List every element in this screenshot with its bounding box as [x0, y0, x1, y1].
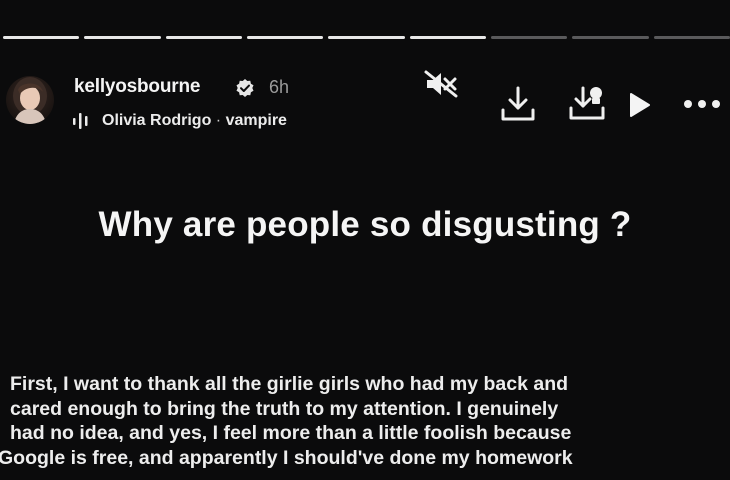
music-separator: ·	[215, 112, 222, 129]
progress-segment-8	[572, 36, 649, 39]
avatar[interactable]	[6, 76, 54, 124]
post-body: First, I want to thank all the girlie gi…	[0, 372, 730, 470]
progress-segment-6	[409, 36, 486, 39]
speaker-muted-icon[interactable]	[423, 69, 459, 99]
progress-segment-5	[328, 36, 405, 39]
music-attribution[interactable]: Olivia Rodrigo · vampire	[102, 112, 287, 130]
progress-segment-7	[490, 36, 568, 39]
post-headline: Why are people so disgusting ?	[98, 205, 632, 244]
audio-bars-icon	[73, 113, 88, 129]
more-dots-icon[interactable]	[680, 92, 724, 116]
post-body-line: had no idea, and yes, I feel more than a…	[10, 422, 572, 444]
progress-segment-1	[3, 36, 80, 39]
music-artist: Olivia Rodrigo	[102, 112, 212, 129]
story-header: kellyosbourne 6h Olivia Rodrigo · vampir…	[0, 62, 730, 142]
save-to-device-icon[interactable]	[567, 82, 609, 124]
post-time: 6h	[269, 77, 290, 97]
progress-segment-4	[246, 36, 324, 39]
post-body-line: cared enough to bring the truth to my at…	[10, 397, 559, 420]
post-body-line: First, I want to thank all the girlie gi…	[10, 373, 569, 395]
progress-segment-9	[653, 36, 730, 39]
progress-segment-2	[84, 36, 161, 39]
music-song: vampire	[225, 112, 287, 129]
story-progress-bar	[3, 36, 730, 40]
play-icon[interactable]	[624, 90, 654, 120]
verified-badge-icon	[236, 79, 254, 97]
username[interactable]: kellyosbourne	[74, 76, 200, 98]
post-body-line: Google is free, and apparently I should'…	[0, 446, 573, 469]
progress-segment-3	[165, 36, 242, 39]
download-icon[interactable]	[498, 84, 538, 124]
